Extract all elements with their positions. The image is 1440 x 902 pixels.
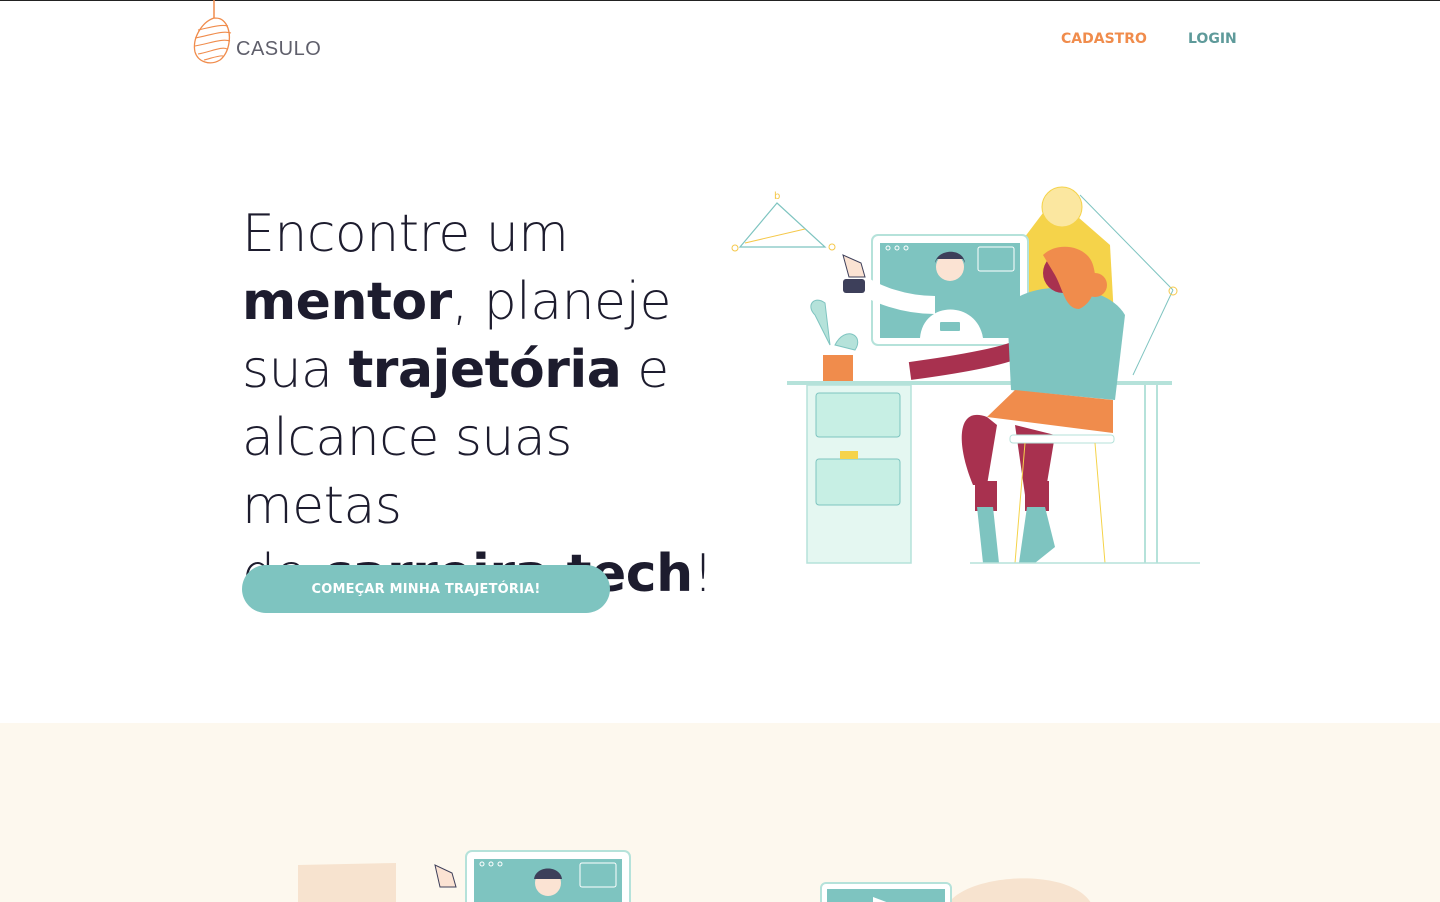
headline-part: sua [242, 340, 333, 400]
headline-part: e [621, 340, 669, 400]
mentoring-illustration: b [731, 186, 1200, 564]
nav-login-link[interactable]: LOGIN [1188, 31, 1237, 47]
nav-cadastro-link[interactable]: CADASTRO [1061, 31, 1147, 47]
headline-part: , planeje [451, 272, 672, 332]
headline-part: ! [692, 544, 714, 604]
site-header: CASULO CADASTRO LOGIN [0, 0, 1440, 90]
headline-part: alcance suas metas [242, 408, 572, 536]
features-section [0, 723, 1440, 902]
headline-part: Encontre um [242, 204, 569, 264]
start-trajectory-button[interactable]: COMEÇAR MINHA TRAJETÓRIA! [242, 565, 610, 613]
svg-text:b: b [774, 191, 780, 202]
laptop-illustration [820, 878, 1091, 902]
video-call-illustration [298, 850, 631, 902]
brand-name[interactable]: CASULO [236, 38, 321, 61]
hero-headline: Encontre um mentor, planeje sua trajetória… [242, 200, 722, 608]
headline-emphasis: trajetória [348, 340, 622, 400]
headline-emphasis: mentor [242, 272, 452, 332]
